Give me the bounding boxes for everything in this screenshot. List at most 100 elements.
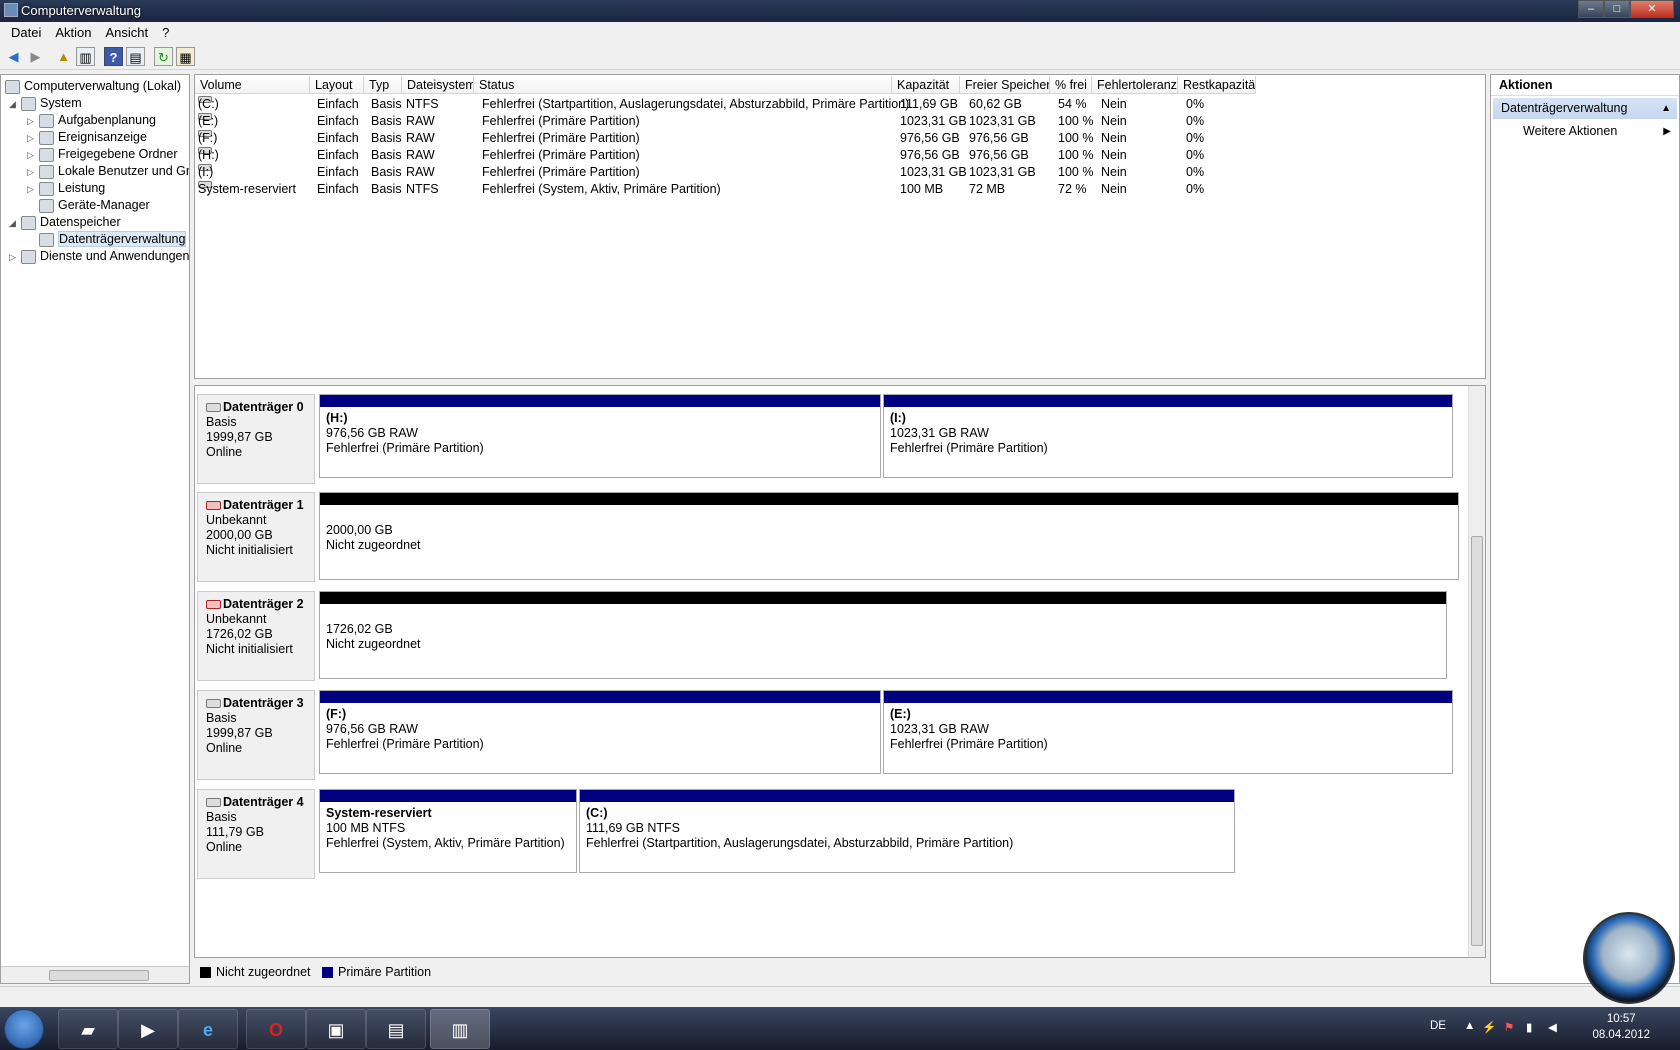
menu-datei[interactable]: Datei: [4, 22, 48, 43]
maximize-button[interactable]: □: [1604, 0, 1630, 18]
collapse-arrow-icon[interactable]: ◢: [9, 95, 21, 113]
scrollbar-thumb[interactable]: [1471, 536, 1483, 946]
col-header-prozent-frei[interactable]: % frei: [1050, 76, 1092, 94]
properties-icon[interactable]: ▦: [176, 47, 195, 66]
col-header-typ[interactable]: Typ: [364, 76, 402, 94]
up-folder-icon[interactable]: ▲: [54, 47, 73, 66]
table-row[interactable]: (I:) Einfach Basis RAW Fehlerfrei (Primä…: [195, 164, 1485, 181]
help-icon[interactable]: ?: [104, 47, 123, 66]
col-header-restkapazitaet[interactable]: Restkapazität: [1178, 76, 1256, 94]
collapse-arrow-icon[interactable]: ◢: [9, 214, 21, 232]
scrollbar-thumb[interactable]: [49, 970, 149, 981]
table-row[interactable]: (C:) Einfach Basis NTFS Fehlerfrei (Star…: [195, 96, 1485, 113]
tree-item-lokale-benutzer[interactable]: ▷Lokale Benutzer und Gruppen: [27, 162, 189, 180]
col-header-kapazitaet[interactable]: Kapazität: [892, 76, 960, 94]
col-header-layout[interactable]: Layout: [310, 76, 364, 94]
col-header-freier-speicher[interactable]: Freier Speicher: [960, 76, 1050, 94]
computer-management-taskbar-icon[interactable]: ▥: [430, 1009, 490, 1049]
tree-storage[interactable]: ◢ Datenspeicher: [9, 213, 121, 231]
disk-map-vertical-scrollbar[interactable]: [1468, 386, 1485, 957]
main-pane: Volume Layout Typ Dateisystem Status Kap…: [194, 74, 1486, 984]
col-header-fehlertoleranz[interactable]: Fehlertoleranz: [1092, 76, 1178, 94]
show-actions-icon[interactable]: ▤: [126, 47, 145, 66]
start-button[interactable]: [4, 1009, 44, 1049]
col-header-status[interactable]: Status: [474, 76, 892, 94]
network-icon[interactable]: ▮: [1526, 1020, 1532, 1034]
table-row[interactable]: (H:) Einfach Basis RAW Fehlerfrei (Primä…: [195, 147, 1485, 164]
show-hide-tree-icon[interactable]: ▥: [76, 47, 95, 66]
tree-item-datentraegerverwaltung[interactable]: Datenträgerverwaltung: [39, 230, 187, 248]
opera-taskbar-icon[interactable]: O: [246, 1009, 306, 1049]
title-bar[interactable]: Computerverwaltung – □ ✕: [0, 0, 1680, 22]
tree-item-freigegebene-ordner[interactable]: ▷ Freigegebene Ordner: [27, 145, 178, 163]
tools-icon: [21, 96, 36, 111]
col-header-dateisystem[interactable]: Dateisystem: [402, 76, 474, 94]
disk-icon: [206, 798, 221, 808]
tree-item-ereignisanzeige[interactable]: ▷ Ereignisanzeige: [27, 128, 147, 146]
unallocated-bar: [320, 493, 1458, 505]
tree-services[interactable]: ▷ Dienste und Anwendungen: [9, 247, 189, 265]
forward-icon[interactable]: ▶: [26, 47, 45, 66]
desktop-gadget[interactable]: [1583, 912, 1675, 1004]
storage-icon: [21, 215, 36, 230]
disk-label[interactable]: Datenträger 2 Unbekannt 1726,02 GB Nicht…: [197, 591, 315, 681]
partition-block[interactable]: System-reserviert 100 MB NTFS Fehlerfrei (…: [319, 789, 577, 873]
toolbar: ◀ ▶ ▲ ▥ ? ▤ ↻ ▦: [0, 43, 1680, 70]
table-row[interactable]: System-reserviert Einfach Basis NTFS Feh…: [195, 181, 1485, 198]
tree-system[interactable]: ◢ System: [9, 94, 82, 112]
expand-arrow-icon[interactable]: ▷: [9, 248, 21, 266]
expand-arrow-icon[interactable]: ▷: [27, 180, 39, 198]
menu-ansicht[interactable]: Ansicht: [99, 22, 156, 43]
actions-pane: Aktionen Datenträgerverwaltung ▲ Weitere …: [1490, 74, 1680, 984]
close-button[interactable]: ✕: [1630, 0, 1674, 18]
tree-horizontal-scrollbar[interactable]: [1, 966, 189, 983]
menu-aktion[interactable]: Aktion: [48, 22, 98, 43]
unallocated-block[interactable]: 2000,00 GB Nicht zugeordnet: [319, 492, 1459, 580]
disk-label[interactable]: Datenträger 0 Basis 1999,87 GB Online: [197, 394, 315, 484]
clock-icon: [39, 113, 54, 128]
disk-label[interactable]: Datenträger 4 Basis 111,79 GB Online: [197, 789, 315, 879]
volume-icon[interactable]: ◀: [1548, 1020, 1557, 1034]
submenu-arrow-icon: ▶: [1663, 126, 1671, 137]
tree-item-leistung[interactable]: ▷ Leistung: [27, 179, 105, 197]
disk-label[interactable]: Datenträger 3 Basis 1999,87 GB Online: [197, 690, 315, 780]
tree-item-geraete-manager[interactable]: Geräte-Manager: [39, 196, 150, 214]
partition-block[interactable]: (E:) 1023,31 GB RAW Fehlerfrei (Primäre Pa…: [883, 690, 1453, 774]
disk-icon: [206, 699, 221, 709]
app-icon: [4, 3, 18, 17]
services-icon: [21, 249, 36, 264]
minimize-button[interactable]: –: [1578, 0, 1604, 18]
disk-management-icon: [39, 232, 54, 247]
show-hidden-icons-icon[interactable]: ▲: [1464, 1020, 1475, 1032]
shared-folder-icon: [39, 147, 54, 162]
unallocated-block[interactable]: 1726,02 GB Nicht zugeordnet: [319, 591, 1447, 679]
back-icon[interactable]: ◀: [4, 47, 23, 66]
menu-help[interactable]: ?: [155, 22, 176, 43]
tree-item-aufgabenplanung[interactable]: ▷ Aufgabenplanung: [27, 111, 156, 129]
tree-root[interactable]: Computerverwaltung (Lokal): [5, 77, 181, 95]
power-icon[interactable]: ⚡: [1482, 1020, 1496, 1034]
internet-explorer-taskbar-icon[interactable]: e: [178, 1009, 238, 1049]
table-row[interactable]: (F:) Einfach Basis RAW Fehlerfrei (Primä…: [195, 130, 1485, 147]
clock[interactable]: 10:57 08.04.2012: [1592, 1011, 1650, 1043]
media-player-taskbar-icon[interactable]: ▶: [118, 1009, 178, 1049]
explorer-taskbar-icon[interactable]: ▰: [58, 1009, 118, 1049]
control-panel-taskbar-icon[interactable]: ▤: [366, 1009, 426, 1049]
partition-block[interactable]: (F:) 976,56 GB RAW Fehlerfrei (Primäre Par…: [319, 690, 881, 774]
disk-warning-icon: [206, 501, 221, 511]
action-center-icon[interactable]: ⚑: [1504, 1020, 1514, 1034]
partition-block[interactable]: (C:) 111,69 GB NTFS Fehlerfrei (Startparti…: [579, 789, 1235, 873]
disk-label[interactable]: Datenträger 1 Unbekannt 2000,00 GB Nicht…: [197, 492, 315, 582]
collapse-up-icon[interactable]: ▲: [1661, 98, 1671, 119]
refresh-icon[interactable]: ↻: [154, 47, 173, 66]
col-header-volume[interactable]: Volume: [195, 76, 310, 94]
unallocated-swatch: [200, 967, 211, 979]
table-row[interactable]: (E:) Einfach Basis RAW Fehlerfrei (Primä…: [195, 113, 1485, 130]
primary-partition-bar: [320, 691, 880, 703]
language-indicator[interactable]: DE: [1430, 1020, 1446, 1032]
actions-section-datentraegerverwaltung[interactable]: Datenträgerverwaltung ▲: [1493, 98, 1677, 119]
action-weitere-aktionen[interactable]: Weitere Aktionen ▶: [1491, 121, 1679, 142]
partition-block[interactable]: (I:) 1023,31 GB RAW Fehlerfrei (Primäre Pa…: [883, 394, 1453, 478]
image-viewer-taskbar-icon[interactable]: ▣: [306, 1009, 366, 1049]
partition-block[interactable]: (H:) 976,56 GB RAW Fehlerfrei (Primäre Par…: [319, 394, 881, 478]
